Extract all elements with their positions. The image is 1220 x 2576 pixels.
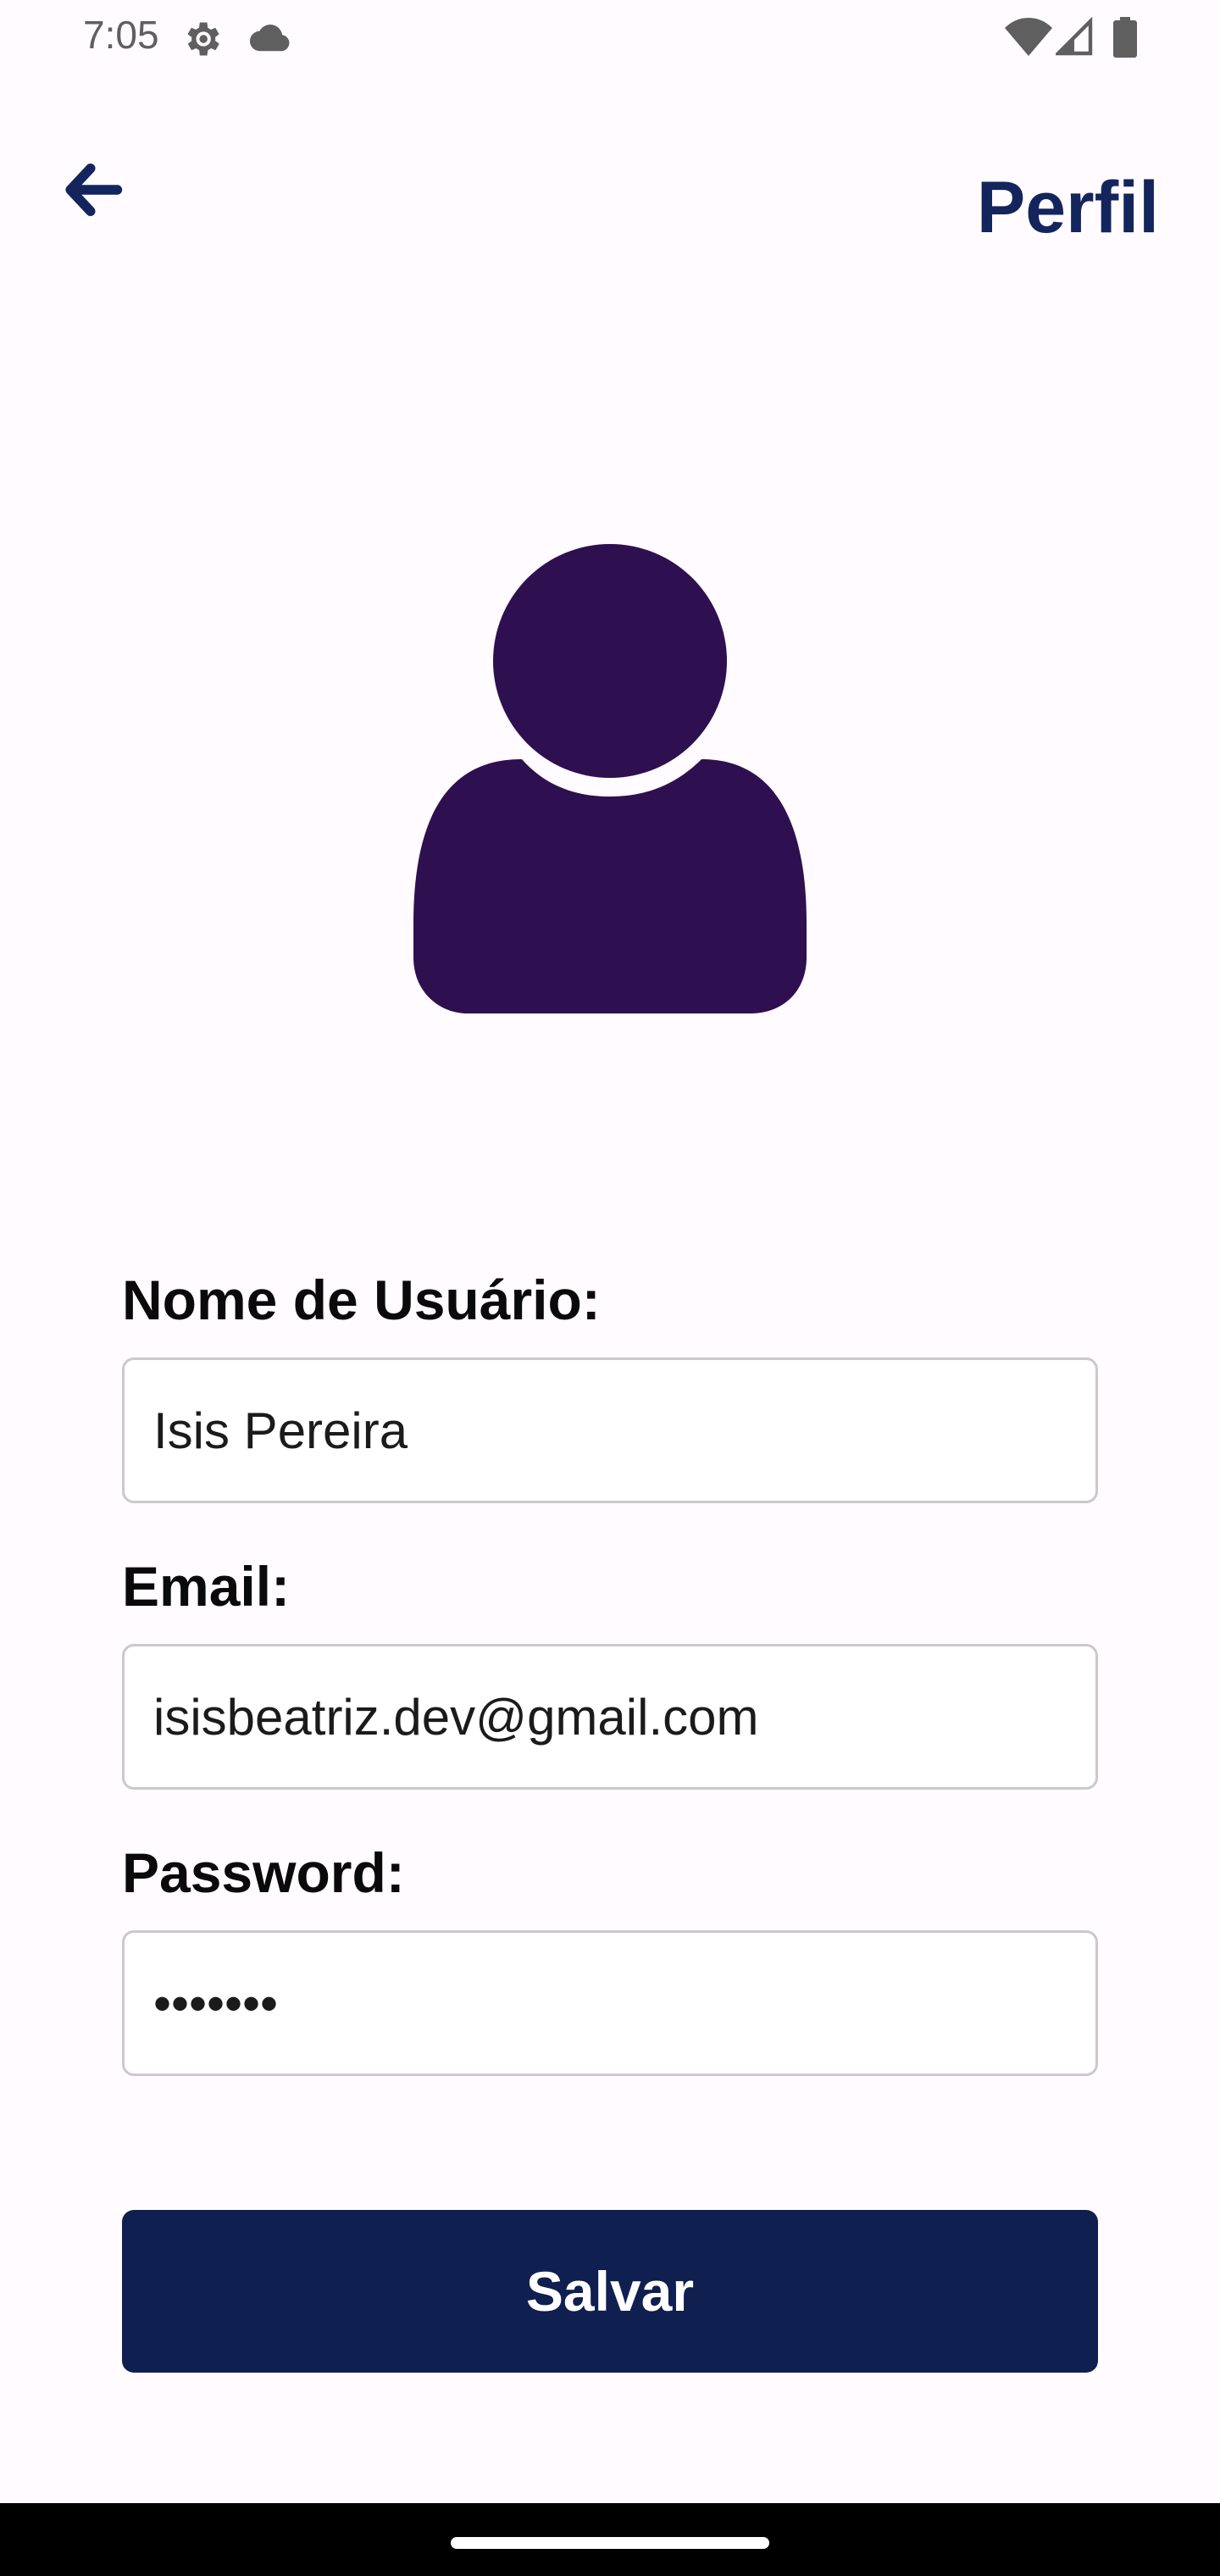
navigation-bar (0, 2503, 1220, 2576)
save-button[interactable]: Salvar (122, 2210, 1098, 2373)
cloud-icon (249, 25, 290, 52)
back-button[interactable] (56, 153, 130, 227)
battery-icon (1113, 17, 1137, 58)
status-bar: 7:05 (0, 0, 1220, 75)
password-label: Password: (122, 1841, 405, 1904)
user-icon (413, 544, 807, 1013)
gear-icon (187, 22, 219, 56)
home-gesture-handle[interactable] (451, 2537, 769, 2549)
email-label: Email: (122, 1555, 291, 1618)
arrow-left-icon (65, 163, 123, 217)
username-label: Nome de Usuário: (122, 1269, 601, 1331)
status-time: 7:05 (83, 13, 159, 57)
password-field[interactable] (122, 1930, 1098, 2076)
signal-icon (1056, 17, 1093, 56)
wifi-icon (1005, 18, 1052, 56)
username-field[interactable] (122, 1357, 1098, 1503)
profile-screen: 7:05 Perfil Nome de Usuário: Isis Pereir… (0, 0, 1220, 2576)
page-title: Perfil (976, 167, 1159, 248)
email-field[interactable] (122, 1644, 1098, 1790)
